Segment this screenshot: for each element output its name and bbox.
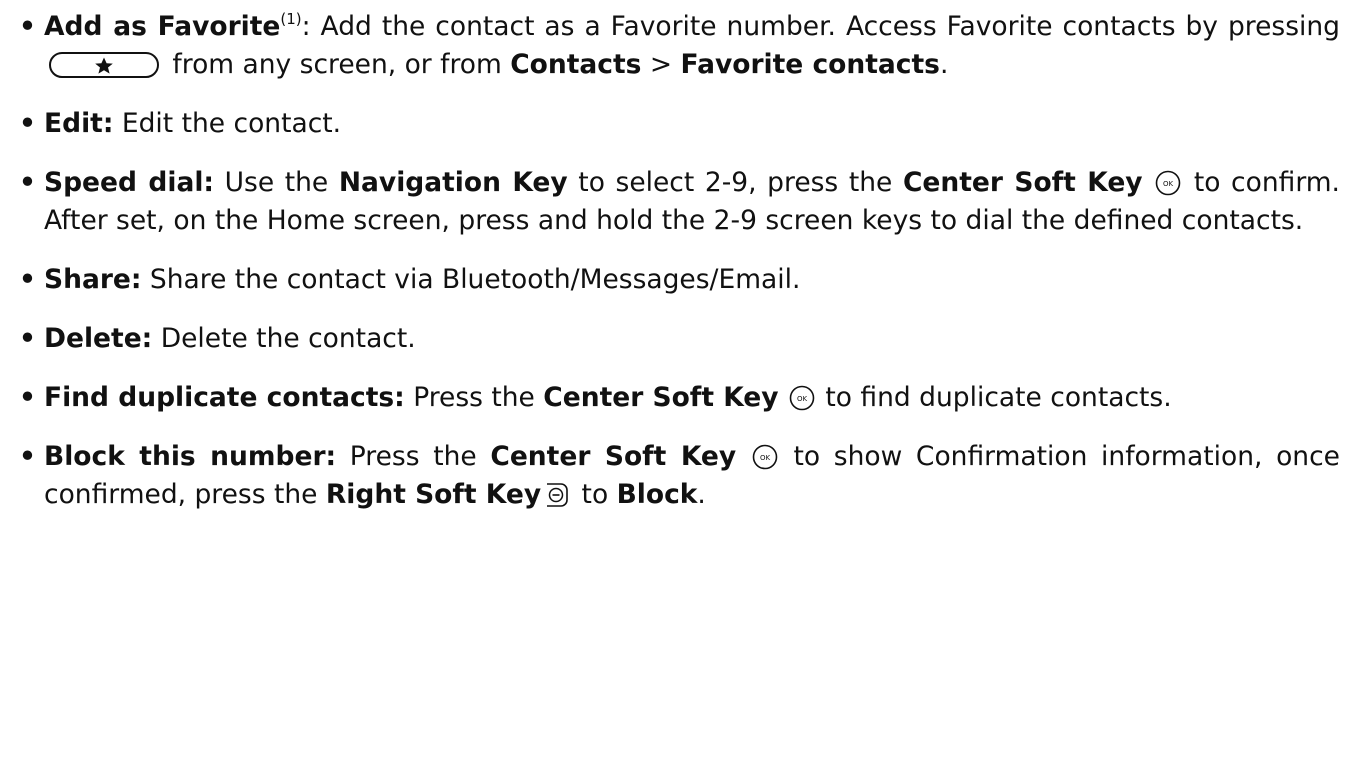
star-key-icon	[48, 51, 160, 79]
item-text: Use the	[214, 167, 339, 198]
item-text: .	[939, 49, 949, 80]
contact-options-list: • Add as Favorite(1): Add the contact as…	[18, 8, 1340, 514]
list-item-edit: • Edit: Edit the contact.	[18, 105, 1340, 143]
item-text	[1143, 167, 1154, 198]
right-soft-key-icon	[545, 481, 569, 509]
key-name-right-soft: Right Soft Key	[325, 479, 542, 510]
list-item-find-duplicates: • Find duplicate contacts: Press the Cen…	[18, 379, 1340, 417]
menu-path-favorite-contacts: Favorite contacts	[680, 49, 940, 80]
menu-path-contacts: Contacts	[510, 49, 642, 80]
bullet: •	[19, 108, 36, 139]
key-name-center-soft: Center Soft Key	[543, 382, 779, 413]
svg-text:OK: OK	[760, 454, 771, 462]
list-item-delete: • Delete: Delete the contact.	[18, 320, 1340, 358]
item-text: Delete the contact.	[152, 323, 416, 354]
item-text: : Add the contact as a Favorite number. …	[301, 11, 1340, 42]
key-name-center-soft: Center Soft Key	[490, 441, 737, 472]
key-name-center-soft: Center Soft Key	[902, 167, 1143, 198]
ok-key-icon: OK	[1155, 170, 1181, 196]
item-title: Block this number:	[44, 441, 337, 472]
bullet: •	[19, 382, 36, 413]
svg-text:OK: OK	[797, 395, 808, 403]
list-item-speed-dial: • Speed dial: Use the Navigation Key to …	[18, 164, 1340, 240]
item-title: Add as Favorite	[44, 11, 281, 42]
item-text: to	[573, 479, 617, 510]
item-text: to find duplicate contacts.	[816, 382, 1172, 413]
ok-key-icon: OK	[752, 444, 778, 470]
list-item-share: • Share: Share the contact via Bluetooth…	[18, 261, 1340, 299]
svg-text:OK: OK	[1163, 180, 1174, 188]
item-title: Delete:	[44, 323, 153, 354]
bullet: •	[19, 264, 36, 295]
item-text: Press the	[404, 382, 544, 413]
bullet: •	[19, 11, 36, 42]
footnote-marker: (1)	[280, 10, 302, 28]
list-item-block-number: • Block this number: Press the Center So…	[18, 438, 1340, 514]
action-block: Block	[616, 479, 698, 510]
item-text: from any screen, or from	[164, 49, 511, 80]
item-text: Share the contact via Bluetooth/Messages…	[141, 264, 801, 295]
item-text: >	[641, 49, 681, 80]
item-title: Share:	[44, 264, 142, 295]
item-text: .	[697, 479, 706, 510]
key-name-navigation: Navigation Key	[338, 167, 568, 198]
bullet: •	[19, 167, 36, 198]
item-title: Find duplicate contacts:	[44, 382, 405, 413]
bullet: •	[19, 323, 36, 354]
bullet: •	[19, 441, 36, 472]
item-title: Edit:	[44, 108, 114, 139]
item-title: Speed dial:	[44, 167, 215, 198]
list-item-add-as-favorite: • Add as Favorite(1): Add the contact as…	[18, 8, 1340, 84]
item-text: Edit the contact.	[113, 108, 342, 139]
item-text: Press the	[336, 441, 491, 472]
ok-key-icon: OK	[789, 385, 815, 411]
document-page: • Add as Favorite(1): Add the contact as…	[0, 0, 1358, 767]
item-text: to select 2-9, press the	[567, 167, 903, 198]
